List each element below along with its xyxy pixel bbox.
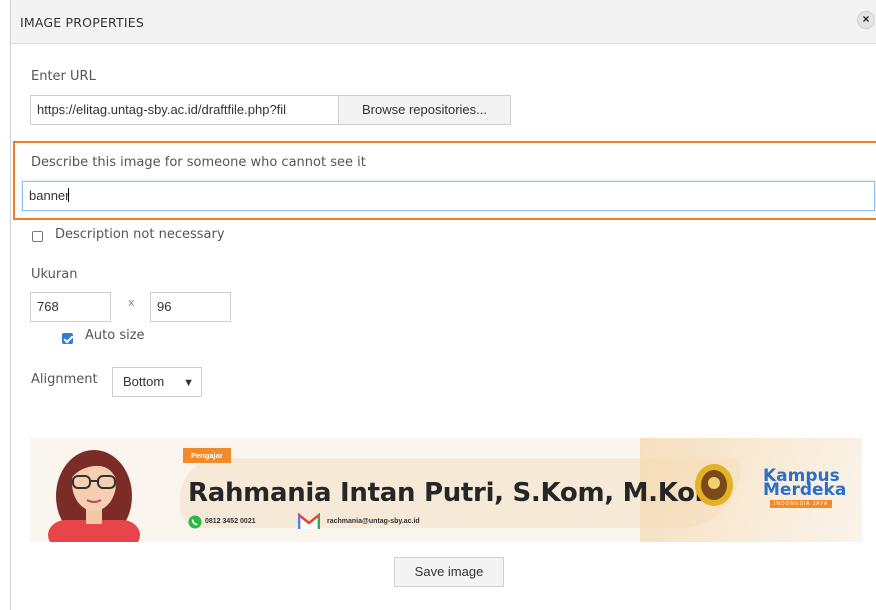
description-input[interactable]: banner [22,181,875,211]
banner-phone: 0812 3452 0021 [205,518,256,525]
dialog-title: IMAGE PROPERTIES [20,15,144,30]
banner-name: Rahmania Intan Putri, S.Kom, M.Kom [188,478,722,508]
save-image-button[interactable]: Save image [394,557,504,587]
dialog-header: IMAGE PROPERTIES × [11,0,876,44]
description-not-necessary-label: Description not necessary [55,227,225,242]
url-label: Enter URL [31,69,96,84]
description-not-necessary-checkbox[interactable] [32,231,43,242]
auto-size-checkbox[interactable] [62,333,73,344]
size-label: Ukuran [31,267,78,282]
auto-size-label: Auto size [85,328,145,343]
description-value: banner [29,188,70,203]
description-label: Describe this image for someone who cann… [31,155,366,170]
close-icon[interactable]: × [857,11,875,29]
university-seal-logo [695,464,733,506]
height-input[interactable]: 96 [150,292,231,322]
alignment-label: Alignment [31,372,98,387]
logo-tagline: INDONESIA JAYA [770,500,833,508]
chevron-down-icon: ▼ [183,377,194,389]
url-input[interactable]: https://elitag.untag-sby.ac.id/draftfile… [30,95,339,125]
banner-role-tag: Pengajar [183,448,231,463]
whatsapp-icon [188,515,202,529]
banner-email: rachmania@untag-sby.ac.id [327,518,420,525]
avatar [48,450,140,542]
logo-line-2: Merdeka [763,480,847,500]
browse-repositories-button[interactable]: Browse repositories... [338,95,511,125]
alignment-selected-value: Bottom [123,374,165,389]
text-caret [68,188,70,202]
gmail-icon [298,513,320,529]
size-separator: x [128,296,135,309]
alignment-select[interactable]: Bottom ▼ [112,367,202,397]
image-preview: Pengajar Rahmania Intan Putri, S.Kom, M.… [30,438,862,542]
width-input[interactable]: 768 [30,292,111,322]
kampus-merdeka-logo: Kampus Merdeka [763,468,847,500]
